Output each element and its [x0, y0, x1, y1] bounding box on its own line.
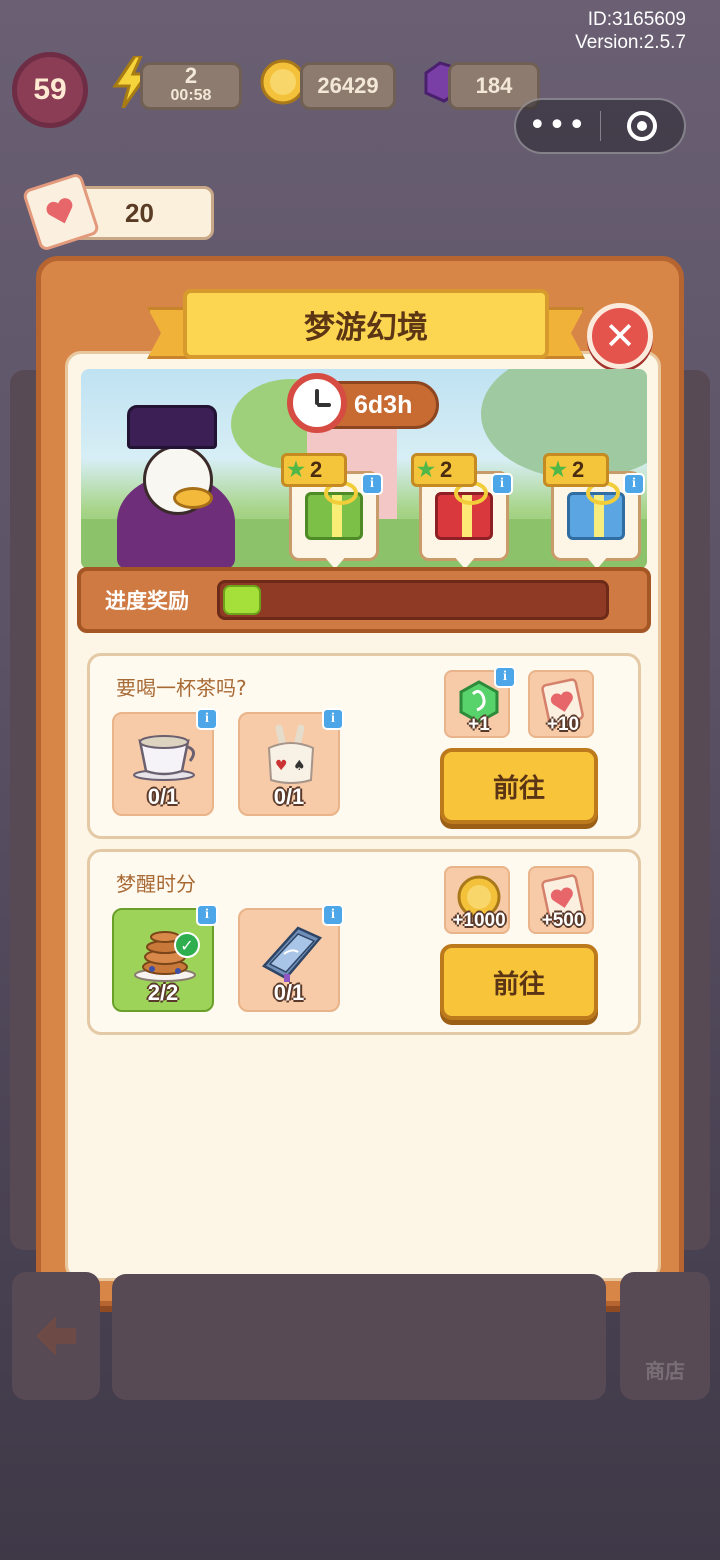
info-icon[interactable]: i [623, 473, 645, 495]
close-icon: ✕ [604, 314, 636, 358]
coin-counter[interactable]: 26429 [300, 62, 396, 110]
info-icon[interactable]: i [322, 708, 344, 730]
bottom-bar [112, 1274, 606, 1400]
gift-star-requirement: ★ 2 [411, 453, 477, 487]
reward-heart-card[interactable]: +10 [528, 670, 594, 738]
clock-icon [287, 373, 347, 433]
star-icon: ★ [287, 459, 305, 481]
event-banner: 6d3h ★ 2 i ★ 2 i ★ 2 i [81, 369, 647, 569]
reward-amount: +1000 [452, 910, 506, 931]
reward-amount: +500 [541, 910, 585, 931]
task-card-2: 梦醒时分 2/2 ✓ i 0/1 i +1000 +500 前往 [87, 849, 641, 1035]
reward-heart-card[interactable]: +500 [528, 866, 594, 934]
progress-label: 进度奖励 [105, 589, 189, 613]
level-number: 59 [33, 73, 67, 106]
player-level-badge[interactable]: 59 [12, 52, 88, 128]
player-id: ID:3165609 [587, 9, 686, 30]
info-icon[interactable]: i [196, 904, 218, 926]
gift-star-requirement: ★ 2 [281, 453, 347, 487]
task-title: 梦醒时分 [116, 872, 196, 896]
version-label: Version:2.5.7 [575, 32, 686, 53]
close-miniprogram-button[interactable] [601, 111, 684, 141]
red-gift-box-icon [435, 481, 493, 540]
build-info: ID:3165609 Version:2.5.7 [575, 8, 686, 54]
item-progress: 2/2 [147, 980, 179, 1005]
go-button[interactable]: 前往 [440, 944, 598, 1020]
mad-hatter-duck-character [111, 405, 241, 569]
svg-text:♠: ♠ [293, 758, 306, 774]
info-icon[interactable]: i [494, 666, 516, 688]
go-button[interactable]: 前往 [440, 748, 598, 824]
title-ribbon: 梦游幻境 [147, 289, 585, 367]
gem-value: 184 [475, 73, 513, 98]
progress-fill [223, 585, 261, 615]
shop-label: 商店 [645, 1359, 685, 1383]
gift-star-requirement: ★ 2 [543, 453, 609, 487]
target-icon [627, 111, 658, 141]
star-icon: ★ [549, 459, 567, 481]
task-card-1: 要喝一杯茶吗? 0/1 i ♥ ♠ 0/1 i +1 i +10 前往 [87, 653, 641, 839]
close-button[interactable]: ✕ [587, 303, 653, 369]
exit-arrow-icon [36, 1316, 76, 1356]
checkmark-icon: ✓ [174, 932, 200, 958]
coin-value: 26429 [317, 73, 379, 98]
gift-stars: 2 [310, 457, 323, 482]
rabbit-cloth-icon: ♥ ♠ [256, 724, 326, 784]
energy-value: 2 [184, 63, 198, 88]
energy-counter[interactable]: 2 00:58 [140, 62, 242, 110]
teacup-icon [130, 728, 200, 784]
gift-stars: 2 [572, 457, 585, 482]
reward-gold-coin[interactable]: +1000 [444, 866, 510, 934]
task-title: 要喝一杯茶吗? [116, 676, 247, 700]
event-modal: 梦游幻境 ✕ 6d3h ★ 2 i ★ 2 i ★ 2 i 进度奖励 要喝一杯茶… [36, 256, 684, 1306]
gift-stars: 2 [440, 457, 453, 482]
info-icon[interactable]: i [196, 708, 218, 730]
blue-gift-box-icon [567, 481, 625, 540]
reward-amount: +10 [546, 714, 580, 735]
info-icon[interactable]: i [361, 473, 383, 495]
shop-button[interactable]: 商店 [620, 1272, 710, 1400]
card-count: 20 [125, 197, 154, 228]
more-menu-button[interactable]: ••• [516, 111, 600, 141]
star-icon: ★ [417, 459, 435, 481]
svg-text:♥: ♥ [275, 758, 288, 774]
item-progress: 0/1 [273, 980, 305, 1005]
energy-timer: 00:58 [170, 87, 212, 104]
progress-reward-bar: 进度奖励 [77, 567, 651, 633]
exit-button[interactable] [12, 1272, 100, 1400]
reward-amount: +1 [468, 714, 490, 735]
modal-title: 梦游幻境 [183, 289, 549, 359]
item-progress: 0/1 [147, 784, 179, 809]
info-icon[interactable]: i [322, 904, 344, 926]
green-gift-box-icon [305, 481, 363, 540]
miniprogram-capsule: ••• [514, 98, 686, 154]
item-progress: 0/1 [273, 784, 305, 809]
blue-book-icon [256, 924, 326, 982]
info-icon[interactable]: i [491, 473, 513, 495]
timer-value: 6d3h [354, 390, 413, 419]
progress-track [217, 580, 609, 620]
